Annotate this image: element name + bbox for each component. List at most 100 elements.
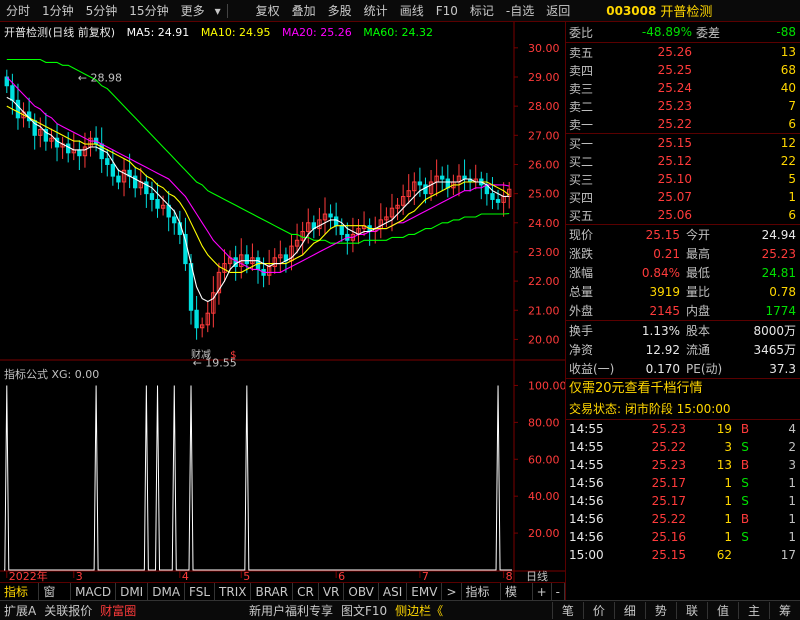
bid-row[interactable]: 买一 25.15 12 [566,134,800,152]
ask-row[interactable]: 卖一 25.22 6 [566,115,800,133]
sidebar-toggle[interactable]: 侧边栏《 [391,602,447,619]
mark-button[interactable]: 标记 [464,0,500,22]
bottom-tab-3[interactable]: 势 [644,602,676,619]
candlestick-chart[interactable]: 20.00 21.00 22.00 23.00 24.00 25.00 26.00 27.00… [0,22,565,582]
stat-label: 外盘 [569,304,594,318]
indicator-tab[interactable]: OBV [344,582,379,601]
trade-row[interactable]: 14:56 25.17 1 S 1 [566,492,800,510]
candle-body [423,184,428,195]
ask-label: 卖二 [569,99,594,114]
ask-row[interactable]: 卖五 25.26 13 [566,43,800,61]
bid-row[interactable]: 买四 25.07 1 [566,188,800,206]
ask-label: 卖一 [569,117,594,132]
remove-watchlist-button[interactable]: -自选 [500,0,540,22]
stat-label: 最低 [686,266,711,280]
y-tick-label: 29.00 [528,71,560,84]
stat-value: 1774 [765,303,796,318]
bid-price: 25.12 [657,154,692,168]
ask-volume: 13 [780,45,796,59]
f10-button[interactable]: F10 [430,0,464,22]
ask-row[interactable]: 卖二 25.23 7 [566,97,800,115]
ask-price: 25.24 [657,81,692,95]
trade-row[interactable]: 14:56 25.16 1 S 1 [566,528,800,546]
period-tab-more[interactable]: 更多 [175,0,211,22]
trade-row[interactable]: 14:55 25.22 3 S 2 [566,438,800,456]
indicator-tab[interactable]: TRIX [215,582,252,601]
event-annotation: $ [230,350,236,361]
indicator-tab[interactable]: 指标B [462,582,501,617]
f10-text-link[interactable]: 图文F10 [337,602,391,619]
bid-row[interactable]: 买三 25.10 5 [566,170,800,188]
indicator-tab[interactable]: - [552,582,566,601]
bottom-tab-0[interactable]: 笔 [551,602,583,619]
stat-value: 2145 [649,303,680,318]
overlay-button[interactable]: 叠加 [286,0,322,22]
indicator-tab[interactable]: FSL [185,582,216,601]
ask-row[interactable]: 卖四 25.25 68 [566,61,800,79]
trade-status: 交易状态: 闭市阶段 15:00:00 [569,402,731,416]
trade-price: 25.16 [651,530,686,544]
stat-label: 净资 [569,343,594,357]
indicator-tab[interactable]: CR [293,582,319,601]
candle-body [77,149,82,157]
trade-row[interactable]: 14:56 25.22 1 B 1 [566,510,800,528]
period-tab-1min[interactable]: 1分钟 [36,0,80,22]
new-user-benefit-link[interactable]: 新用户福利专享 [245,602,337,619]
bid-row[interactable]: 买二 25.12 22 [566,152,800,170]
trade-volume: 62 [716,548,732,562]
indicator-tab[interactable]: EMV [407,582,443,601]
stat-value: 24.94 [761,227,796,242]
ask-label: 卖三 [569,81,594,96]
chart-area[interactable]: 20.00 21.00 22.00 23.00 24.00 25.00 26.00 27.00… [0,22,565,587]
draw-line-button[interactable]: 画线 [394,0,430,22]
adjust-button[interactable]: 复权 [250,0,286,22]
indicator-tab[interactable]: ASI [379,582,408,601]
period-tab-15min[interactable]: 15分钟 [123,0,174,22]
candle-body [244,254,250,265]
promo-banner[interactable]: 仅需20元查看千档行情 [566,379,800,399]
trade-price: 25.23 [651,422,686,436]
stat-value: 37.3 [769,361,796,376]
stat-label: 股本 [686,324,711,338]
stat-label: 今开 [686,228,711,242]
wealth-circle-button[interactable]: 财富圈 [96,602,140,619]
indicator-tab[interactable]: VR [319,582,345,601]
indicator-tab[interactable]: DMA [148,582,186,601]
trade-volume: 19 [716,422,732,436]
bottom-tab-4[interactable]: 联 [675,602,707,619]
extend-button[interactable]: 扩展A [0,602,40,619]
bottom-tab-6[interactable]: 主 [737,602,769,619]
indicator-tab[interactable]: 模板 [501,582,533,617]
trade-volume: 1 [724,512,732,526]
bottom-tab-1[interactable]: 价 [582,602,614,619]
weicha-label: 委差 [696,25,721,40]
trade-row[interactable]: 14:56 25.17 1 S 1 [566,474,800,492]
period-tab-5min[interactable]: 5分钟 [80,0,124,22]
trade-row[interactable]: 14:55 25.23 13 B 3 [566,456,800,474]
trade-volume: 3 [724,440,732,454]
trade-time: 14:56 [569,476,604,490]
chevron-down-icon[interactable]: ▾ [211,0,225,22]
multi-stock-button[interactable]: 多股 [322,0,358,22]
indicator-tab[interactable]: MACD [71,582,117,601]
indicator-tab[interactable]: BRAR [251,582,294,601]
indicator-tab[interactable]: + [533,582,552,601]
bid-price: 25.15 [657,136,692,150]
indicator-y-tick-label: 60.00 [528,453,560,466]
bid-row[interactable]: 买五 25.06 6 [566,206,800,224]
indicator-tab[interactable]: DMI [116,582,149,601]
indicator-tab[interactable]: 指标A [0,582,40,617]
period-tab-intraday[interactable]: 分时 [0,0,36,22]
stats-button[interactable]: 统计 [358,0,394,22]
bottom-tab-7[interactable]: 筹 [768,602,800,619]
indicator-tab[interactable]: > [442,582,462,601]
indicator-tab[interactable]: 窗口 [39,582,72,617]
ask-row[interactable]: 卖三 25.24 40 [566,79,800,97]
trade-tick-list[interactable]: 14:55 25.23 19 B 4 14:55 25.22 3 S 2 14:55 25.23 13 B… [566,420,800,564]
trade-row[interactable]: 14:55 25.23 19 B 4 [566,420,800,438]
related-quote-button[interactable]: 关联报价 [40,602,96,619]
trade-row[interactable]: 15:00 25.15 62 17 [566,546,800,564]
bottom-tab-2[interactable]: 细 [613,602,645,619]
bottom-tab-5[interactable]: 值 [706,602,738,619]
back-button[interactable]: 返回 [540,0,576,22]
